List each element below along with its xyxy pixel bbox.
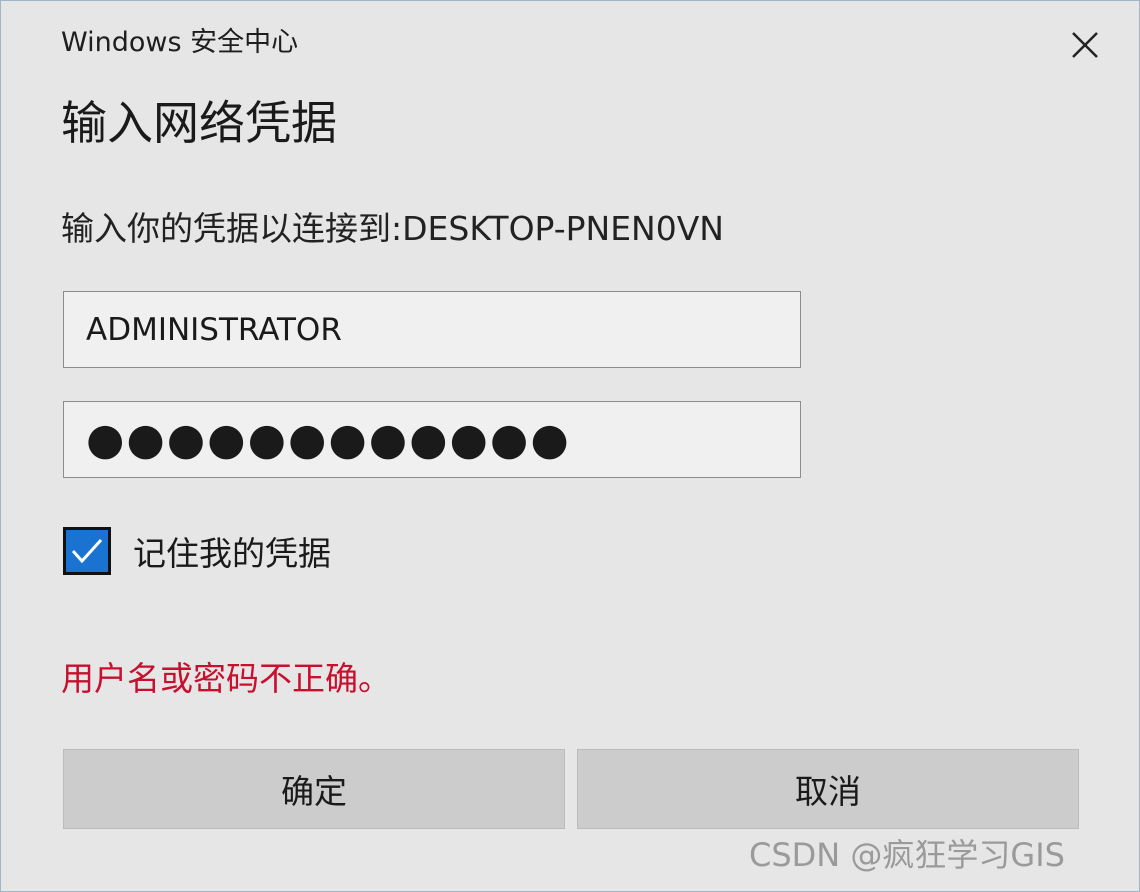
close-icon xyxy=(1072,32,1098,58)
remember-credentials-checkbox[interactable]: 记住我的凭据 xyxy=(63,525,331,577)
remember-credentials-label: 记住我的凭据 xyxy=(133,534,331,573)
error-message: 用户名或密码不正确。 xyxy=(61,659,391,698)
cancel-button[interactable]: 取消 xyxy=(577,749,1079,829)
window-title: Windows 安全中心 xyxy=(61,27,299,58)
dialog-heading: 输入网络凭据 xyxy=(61,96,337,150)
checkmark-icon xyxy=(71,538,103,564)
close-button[interactable] xyxy=(1059,23,1107,67)
username-field[interactable] xyxy=(63,291,801,368)
connection-prompt: 输入你的凭据以连接到:DESKTOP-PNEN0VN xyxy=(61,209,724,248)
ok-button[interactable]: 确定 xyxy=(63,749,565,829)
checkbox-box[interactable] xyxy=(63,527,111,575)
watermark: CSDN @疯狂学习GIS xyxy=(749,836,1065,874)
password-field[interactable] xyxy=(63,401,801,478)
credential-dialog: Windows 安全中心 输入网络凭据 输入你的凭据以连接到:DESKTOP-P… xyxy=(0,0,1140,892)
